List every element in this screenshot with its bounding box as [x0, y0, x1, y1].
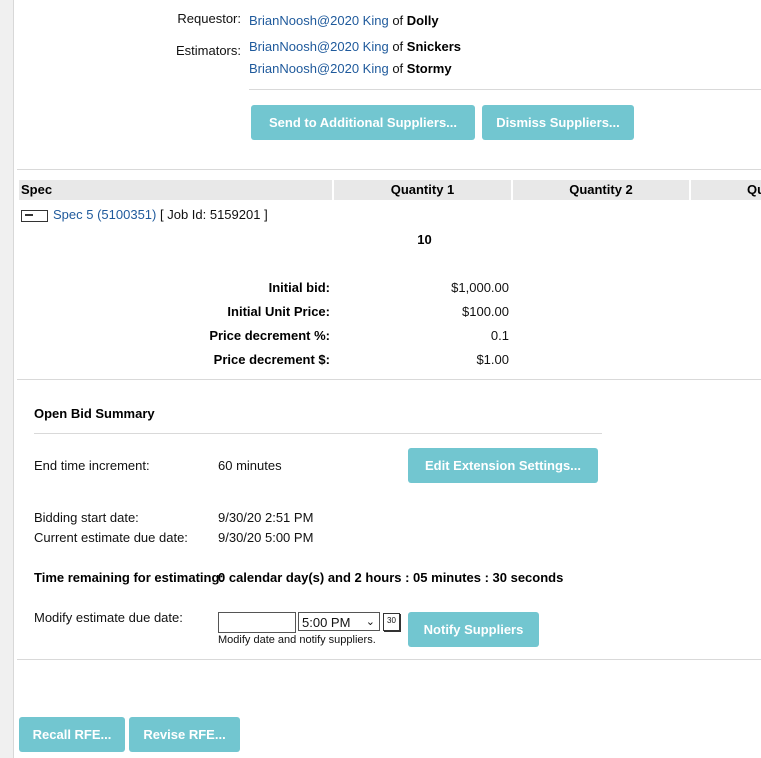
- divider: [17, 169, 761, 170]
- bidding-start-date-value: 9/30/20 2:51 PM: [218, 510, 314, 525]
- estimator-item: BrianNoosh@2020 King of Snickers: [249, 39, 461, 54]
- revise-rfe-button[interactable]: Revise RFE...: [129, 717, 240, 752]
- modify-helper-text: Modify date and notify suppliers.: [218, 634, 376, 646]
- edit-extension-settings-button[interactable]: Edit Extension Settings...: [408, 448, 598, 483]
- requestor-of: of: [392, 13, 404, 28]
- estimator-of: of: [392, 61, 404, 76]
- spec-icon: [21, 210, 48, 222]
- current-due-date-value: 9/30/20 5:00 PM: [218, 530, 314, 545]
- price-decrement-dollar-label: Price decrement $:: [213, 352, 330, 367]
- current-due-date-label: Current estimate due date:: [34, 530, 188, 545]
- due-date-input[interactable]: [218, 612, 296, 633]
- column-header-quantity-3: Qu: [691, 180, 761, 200]
- column-header-quantity-2: Quantity 2: [513, 180, 689, 200]
- job-id: [ Job Id: 5159201 ]: [159, 207, 268, 222]
- column-header-spec: Spec: [19, 180, 332, 200]
- initial-bid-value: $1,000.00: [451, 280, 509, 295]
- bidding-start-date-label: Bidding start date:: [34, 510, 139, 525]
- time-remaining-label: Time remaining for estimating:: [34, 570, 224, 585]
- estimator-company: Snickers: [406, 39, 461, 54]
- requestor-link[interactable]: BrianNoosh@2020 King: [249, 13, 389, 28]
- left-margin-bar: [0, 0, 14, 758]
- divider: [17, 379, 761, 380]
- end-time-increment-label: End time increment:: [34, 458, 150, 473]
- price-decrement-percent-label: Price decrement %:: [209, 328, 330, 343]
- calendar-icon[interactable]: 30: [383, 613, 400, 631]
- due-time-value: 5:00 PM: [302, 615, 351, 630]
- initial-unit-price-value: $100.00: [462, 304, 509, 319]
- spec-link[interactable]: Spec 5 (5100351): [53, 207, 156, 222]
- recall-rfe-button[interactable]: Recall RFE...: [19, 717, 125, 752]
- requestor-label: Requestor:: [177, 11, 241, 26]
- dismiss-suppliers-button[interactable]: Dismiss Suppliers...: [482, 105, 634, 140]
- price-decrement-dollar-value: $1.00: [476, 352, 509, 367]
- due-time-select[interactable]: 5:00 PM ⌄: [298, 612, 380, 631]
- send-additional-suppliers-button[interactable]: Send to Additional Suppliers...: [251, 105, 475, 140]
- open-bid-summary-title: Open Bid Summary: [34, 406, 155, 421]
- quantity-1-value: 10: [417, 232, 432, 247]
- notify-suppliers-button[interactable]: Notify Suppliers: [408, 612, 539, 647]
- estimator-link[interactable]: BrianNoosh@2020 King: [249, 39, 389, 54]
- estimator-link[interactable]: BrianNoosh@2020 King: [249, 61, 389, 76]
- requestor-company: Dolly: [406, 13, 439, 28]
- spec-cell: Spec 5 (5100351) [ Job Id: 5159201 ]: [53, 207, 268, 222]
- divider: [34, 433, 602, 434]
- price-decrement-percent-value: 0.1: [490, 328, 509, 343]
- estimator-of: of: [392, 39, 404, 54]
- initial-unit-price-label: Initial Unit Price:: [227, 304, 330, 319]
- divider: [17, 659, 761, 660]
- estimator-item: BrianNoosh@2020 King of Stormy: [249, 61, 452, 76]
- initial-bid-label: Initial bid:: [268, 280, 330, 295]
- estimators-label: Estimators:: [175, 43, 241, 58]
- modify-due-date-label: Modify estimate due date:: [34, 610, 183, 625]
- estimator-company: Stormy: [406, 61, 452, 76]
- column-header-quantity-1: Quantity 1: [334, 180, 511, 200]
- requestor-value: BrianNoosh@2020 King of Dolly: [249, 13, 439, 28]
- chevron-down-icon: ⌄: [365, 616, 375, 628]
- end-time-increment-value: 60 minutes: [218, 458, 282, 473]
- time-remaining-value: 0 calendar day(s) and 2 hours : 05 minut…: [218, 570, 564, 585]
- divider: [249, 89, 761, 90]
